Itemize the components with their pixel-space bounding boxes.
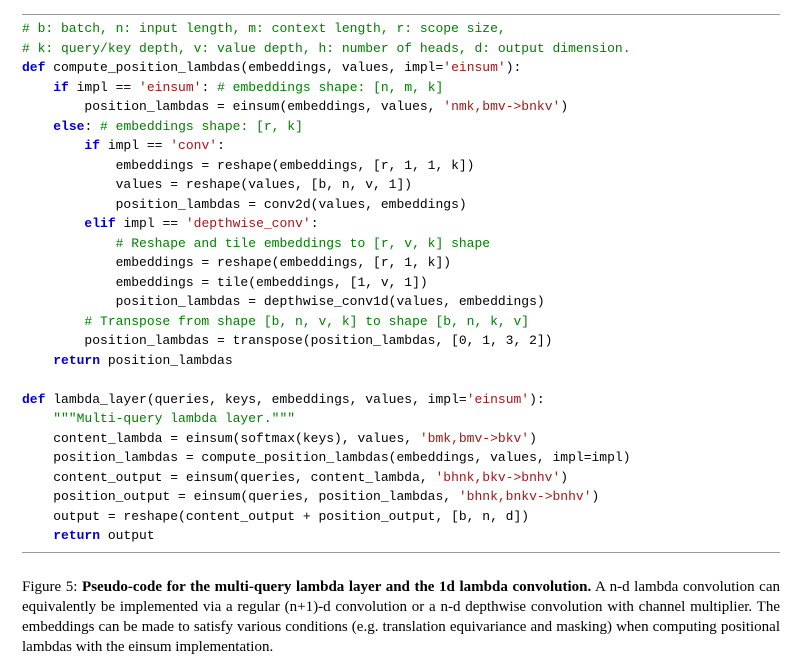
- code-text: output = reshape(content_output + positi…: [22, 509, 529, 524]
- code-text: ): [592, 489, 600, 504]
- string-literal: 'einsum': [467, 392, 529, 407]
- code-comment: # embeddings shape: [r, k]: [92, 119, 303, 134]
- code-text: values = reshape(values, [b, n, v, 1]): [22, 177, 412, 192]
- code-text: ): [560, 99, 568, 114]
- code-block: # b: batch, n: input length, m: context …: [22, 14, 780, 553]
- code-text: ): [560, 470, 568, 485]
- code-text: content_lambda = einsum(softmax(keys), v…: [22, 431, 420, 446]
- figure-label: Figure 5:: [22, 579, 82, 595]
- string-literal: 'depthwise_conv': [186, 216, 311, 231]
- code-text: :: [217, 138, 225, 153]
- keyword-if: if: [53, 80, 69, 95]
- code-comment: # embeddings shape: [n, m, k]: [209, 80, 443, 95]
- string-literal: 'einsum': [443, 60, 505, 75]
- keyword-return: return: [53, 528, 100, 543]
- string-literal: 'bhnk,bnkv->bnhv': [459, 489, 592, 504]
- code-comment: # Reshape and tile embeddings to [r, v, …: [22, 236, 490, 251]
- code-text: impl ==: [69, 80, 139, 95]
- string-literal: 'einsum': [139, 80, 201, 95]
- code-text: ):: [506, 60, 522, 75]
- code-text: position_lambdas = transpose(position_la…: [22, 333, 553, 348]
- figure-title: Pseudo-code for the multi-query lambda l…: [82, 579, 591, 595]
- code-text: position_lambdas = conv2d(values, embedd…: [22, 197, 467, 212]
- code-text: embeddings = reshape(embeddings, [r, 1, …: [22, 255, 451, 270]
- string-literal: 'bhnk,bkv->bnhv': [435, 470, 560, 485]
- string-literal: 'nmk,bmv->bnkv': [443, 99, 560, 114]
- keyword-if: if: [84, 138, 100, 153]
- code-comment: # Transpose from shape [b, n, v, k] to s…: [22, 314, 529, 329]
- code-text: position_lambdas: [100, 353, 233, 368]
- figure-caption: Figure 5: Pseudo-code for the multi-quer…: [22, 577, 780, 658]
- code-text: :: [311, 216, 319, 231]
- code-text: output: [100, 528, 155, 543]
- keyword-def: def: [22, 392, 45, 407]
- code-text: embeddings = tile(embeddings, [1, v, 1]): [22, 275, 428, 290]
- code-text: content_output = einsum(queries, content…: [22, 470, 435, 485]
- keyword-return: return: [53, 353, 100, 368]
- string-literal: 'bmk,bmv->bkv': [420, 431, 529, 446]
- code-text: impl ==: [100, 138, 170, 153]
- code-text: impl ==: [116, 216, 186, 231]
- docstring: """Multi-query lambda layer.""": [22, 411, 295, 426]
- code-comment: # k: query/key depth, v: value depth, h:…: [22, 41, 631, 56]
- code-text: ): [529, 431, 537, 446]
- code-text: position_output = einsum(queries, positi…: [22, 489, 459, 504]
- code-text: position_lambdas = compute_position_lamb…: [22, 450, 631, 465]
- code-comment: # b: batch, n: input length, m: context …: [22, 21, 506, 36]
- code-text: position_lambdas = einsum(embeddings, va…: [22, 99, 443, 114]
- code-text: lambda_layer(queries, keys, embeddings, …: [53, 392, 466, 407]
- keyword-elif: elif: [84, 216, 115, 231]
- code-text: compute_position_lambdas(embeddings, val…: [53, 60, 443, 75]
- string-literal: 'conv': [170, 138, 217, 153]
- code-text: ):: [529, 392, 545, 407]
- code-text: position_lambdas = depthwise_conv1d(valu…: [22, 294, 545, 309]
- keyword-else: else: [53, 119, 84, 134]
- code-text: embeddings = reshape(embeddings, [r, 1, …: [22, 158, 474, 173]
- keyword-def: def: [22, 60, 45, 75]
